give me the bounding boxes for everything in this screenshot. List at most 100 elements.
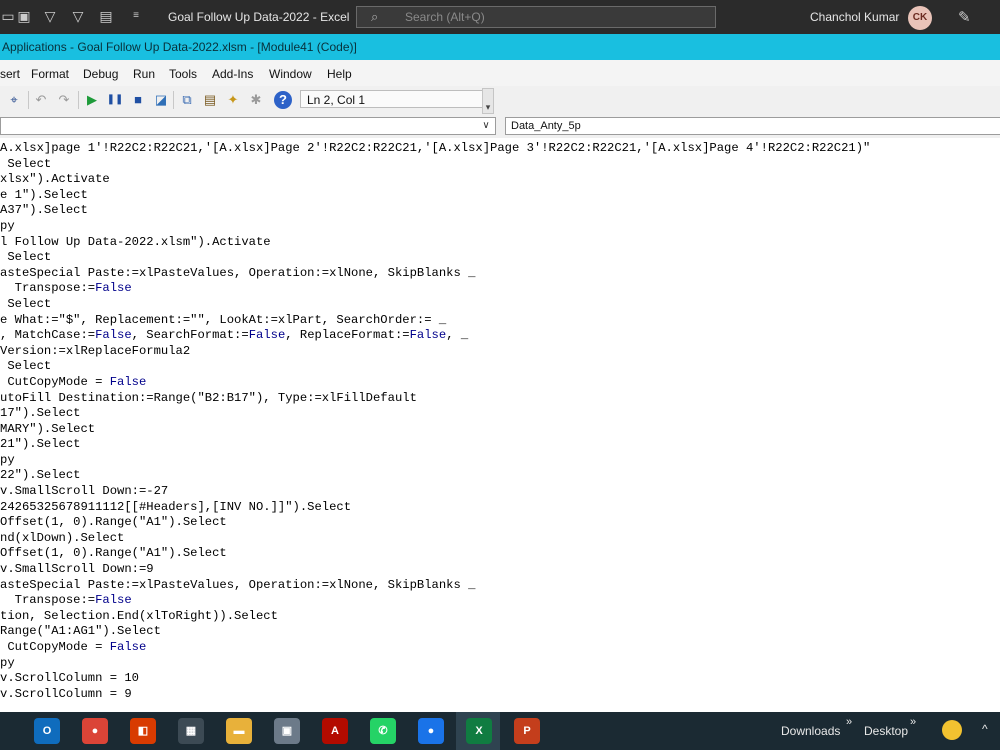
taskbar-powerpoint-icon[interactable]: P <box>514 718 540 744</box>
window-title: Goal Follow Up Data-2022 - Excel <box>168 10 350 24</box>
toolbox-icon[interactable]: ✱ <box>247 91 265 109</box>
avatar[interactable]: CK <box>908 6 932 30</box>
menu-window[interactable]: Window <box>269 67 312 81</box>
weather-icon[interactable] <box>942 720 962 740</box>
code-line[interactable]: e 1").Select <box>0 188 1000 204</box>
filter-clear-icon[interactable]: ▽ <box>70 8 86 24</box>
code-line[interactable]: xlsx").Activate <box>0 172 1000 188</box>
code-line[interactable]: Offset(1, 0).Range("A1").Select <box>0 546 1000 562</box>
taskbar-office-icon[interactable]: ◧ <box>130 718 156 744</box>
code-line[interactable]: Version:=xlReplaceFormula2 <box>0 344 1000 360</box>
code-line[interactable]: Range("A1:AG1").Select <box>0 624 1000 640</box>
downloads-shortcut[interactable]: Downloads <box>781 724 840 738</box>
code-text: xlsx").Activate <box>0 172 110 187</box>
menu-add-ins[interactable]: Add-Ins <box>212 67 253 81</box>
code-line[interactable]: py <box>0 656 1000 672</box>
code-line[interactable]: asteSpecial Paste:=xlPasteValues, Operat… <box>0 266 1000 282</box>
help-icon[interactable]: ? <box>274 91 292 109</box>
taskbar-chrome-icon[interactable]: ● <box>82 718 108 744</box>
code-line[interactable]: py <box>0 453 1000 469</box>
code-line[interactable]: A37").Select <box>0 203 1000 219</box>
desktop-shortcut[interactable]: Desktop <box>864 724 908 738</box>
code-line[interactable]: Select <box>0 157 1000 173</box>
reset-icon[interactable]: ■ <box>129 91 147 109</box>
code-line[interactable]: py <box>0 219 1000 235</box>
menu-help[interactable]: Help <box>327 67 352 81</box>
menu-debug[interactable]: Debug <box>83 67 118 81</box>
code-text: A37").Select <box>0 203 88 218</box>
code-line[interactable]: l Follow Up Data-2022.xlsm").Activate <box>0 235 1000 251</box>
code-text: py <box>0 452 15 467</box>
undo-icon[interactable]: ↶ <box>32 91 50 109</box>
tray-overflow-icon[interactable]: ^ <box>982 722 988 736</box>
code-line[interactable]: Select <box>0 297 1000 313</box>
taskbar-acrobat-icon[interactable]: A <box>322 718 348 744</box>
code-line[interactable]: v.ScrollColumn = 10 <box>0 671 1000 687</box>
code-line[interactable]: e What:="$", Replacement:="", LookAt:=xl… <box>0 313 1000 329</box>
code-line[interactable]: 21").Select <box>0 437 1000 453</box>
code-line[interactable]: CutCopyMode = False <box>0 375 1000 391</box>
filter-icon[interactable]: ▽ <box>42 8 58 24</box>
code-line[interactable]: v.SmallScroll Down:=-27 <box>0 484 1000 500</box>
code-text: , MatchCase:= <box>0 328 96 343</box>
taskbar-teams-folder-icon[interactable]: ▣ <box>274 718 300 744</box>
code-line[interactable]: Transpose:=False <box>0 593 1000 609</box>
code-line[interactable]: Offset(1, 0).Range("A1").Select <box>0 515 1000 531</box>
code-text: 17").Select <box>0 406 81 421</box>
taskbar-calculator-icon[interactable]: ▦ <box>178 718 204 744</box>
procedure-dropdown[interactable]: Data_Anty_5p <box>505 117 1000 135</box>
form-icon[interactable]: ▤ <box>98 8 114 24</box>
code-line[interactable]: MARY").Select <box>0 422 1000 438</box>
code-line[interactable]: 24265325678911112[[#Headers],[INV NO.]]"… <box>0 500 1000 516</box>
code-text: Transpose:= <box>0 593 96 608</box>
taskbar-excel-icon[interactable]: X <box>466 718 492 744</box>
object-browser-icon[interactable]: ✦ <box>224 91 242 109</box>
menu-format[interactable]: Format <box>31 67 69 81</box>
code-line[interactable]: asteSpecial Paste:=xlPasteValues, Operat… <box>0 578 1000 594</box>
menu-insert[interactable]: sert <box>0 67 20 81</box>
menu-tools[interactable]: Tools <box>169 67 197 81</box>
pause-icon[interactable]: ❚❚ <box>106 91 124 109</box>
code-line[interactable]: 17").Select <box>0 406 1000 422</box>
find-icon[interactable]: ⌖ <box>5 91 23 109</box>
code-line[interactable]: , MatchCase:=False, SearchFormat:=False,… <box>0 328 1000 344</box>
code-line[interactable]: nd(xlDown).Select <box>0 531 1000 547</box>
cursor-position: Ln 2, Col 1 <box>300 90 488 108</box>
code-text: Range("A1:AG1").Select <box>0 624 161 639</box>
code-line[interactable]: v.SmallScroll Down:=9 <box>0 562 1000 578</box>
search-placeholder: Search (Alt+Q) <box>405 10 485 24</box>
code-line[interactable]: Select <box>0 359 1000 375</box>
code-text: Select <box>0 359 52 374</box>
code-editor[interactable]: A.xlsx]page 1'!R22C2:R22C21,'[A.xlsx]Pag… <box>0 141 1000 712</box>
chevron-icon[interactable]: » <box>846 716 852 728</box>
project-explorer-icon[interactable]: ⧉ <box>178 91 196 109</box>
taskbar-outlook-icon[interactable]: O <box>34 718 60 744</box>
code-line[interactable]: utoFill Destination:=Range("B2:B17"), Ty… <box>0 391 1000 407</box>
menu-run[interactable]: Run <box>133 67 155 81</box>
taskbar-file-explorer-icon[interactable]: ▬ <box>226 718 252 744</box>
code-line[interactable]: tion, Selection.End(xlToRight)).Select <box>0 609 1000 625</box>
code-line[interactable]: Transpose:=False <box>0 281 1000 297</box>
chevron-down-icon[interactable]: ∨ <box>479 118 493 134</box>
chevron-icon[interactable]: » <box>910 716 916 728</box>
save-icon[interactable]: ▭ <box>0 8 16 24</box>
user-name[interactable]: Chanchol Kumar <box>810 10 899 24</box>
search-box[interactable]: ⌕ Search (Alt+Q) <box>356 6 716 28</box>
redo-icon[interactable]: ↷ <box>55 91 73 109</box>
run-icon[interactable]: ▶ <box>83 91 101 109</box>
code-text: , SearchFormat:= <box>131 328 249 343</box>
toolbar-options-icon[interactable]: ▾ <box>482 88 494 114</box>
pen-icon[interactable]: ✎ <box>958 8 971 26</box>
object-dropdown[interactable]: ∨ <box>0 117 496 135</box>
code-line[interactable]: CutCopyMode = False <box>0 640 1000 656</box>
code-line[interactable]: 22").Select <box>0 468 1000 484</box>
customize-qat-icon[interactable]: ≡ <box>128 8 144 24</box>
taskbar-chrome-profile-icon[interactable]: ● <box>418 718 444 744</box>
code-line[interactable]: Select <box>0 250 1000 266</box>
picture-icon[interactable]: ▣ <box>16 8 32 24</box>
taskbar-whatsapp-icon[interactable]: ✆ <box>370 718 396 744</box>
properties-icon[interactable]: ▤ <box>201 91 219 109</box>
code-line[interactable]: v.ScrollColumn = 9 <box>0 687 1000 703</box>
design-mode-icon[interactable]: ◪ <box>152 91 170 109</box>
code-line[interactable]: A.xlsx]page 1'!R22C2:R22C21,'[A.xlsx]Pag… <box>0 141 1000 157</box>
